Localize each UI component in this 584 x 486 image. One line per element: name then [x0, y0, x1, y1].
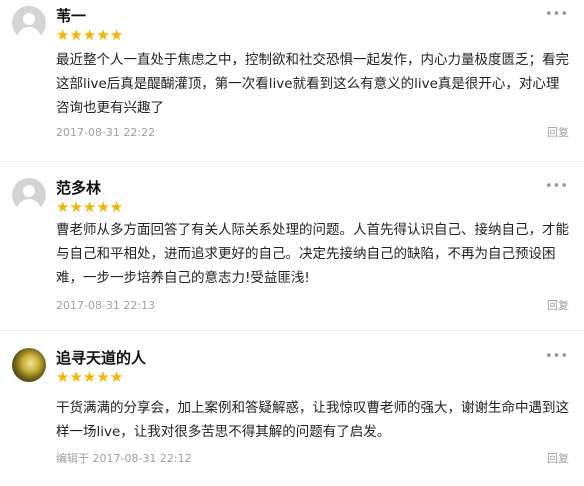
review-timestamp: 编辑于 2017-08-31 22:12	[56, 452, 192, 465]
review-timestamp: 2017-08-31 22:22	[56, 126, 156, 139]
star-rating: ★★★★★	[56, 26, 124, 44]
reviewer-name[interactable]: 追寻天道的人	[56, 349, 146, 367]
reviewer-name[interactable]: 范多林	[56, 179, 101, 197]
review-text: 干货满满的分享会，加上案例和答疑解惑，让我惊叹曹老师的强大，谢谢生命中遇到这样一…	[56, 400, 569, 440]
review-timestamp: 2017-08-31 22:13	[56, 299, 156, 312]
review-text: 最近整个人一直处于焦虑之中，控制欲和社交恐惧一起发作，内心力量极度匮乏；看完这部…	[56, 52, 569, 116]
star-rating: ★★★★★	[56, 198, 124, 216]
avatar[interactable]	[12, 178, 46, 212]
review-text: 曹老师从多方面回答了有关人际关系处理的问题。人首先得认识自己、接纳自己，才能与自…	[56, 222, 569, 286]
more-options-icon[interactable]: •••	[545, 350, 568, 363]
star-rating: ★★★★★	[56, 368, 124, 386]
reviewer-name[interactable]: 苇一	[56, 7, 86, 25]
divider	[0, 161, 584, 162]
avatar[interactable]	[12, 348, 46, 382]
avatar[interactable]	[12, 6, 46, 40]
reply-button[interactable]: 回复	[547, 452, 569, 466]
reply-button[interactable]: 回复	[547, 126, 569, 140]
more-options-icon[interactable]: •••	[545, 8, 568, 21]
more-options-icon[interactable]: •••	[545, 180, 568, 193]
divider	[0, 330, 584, 331]
reply-button[interactable]: 回复	[547, 299, 569, 313]
